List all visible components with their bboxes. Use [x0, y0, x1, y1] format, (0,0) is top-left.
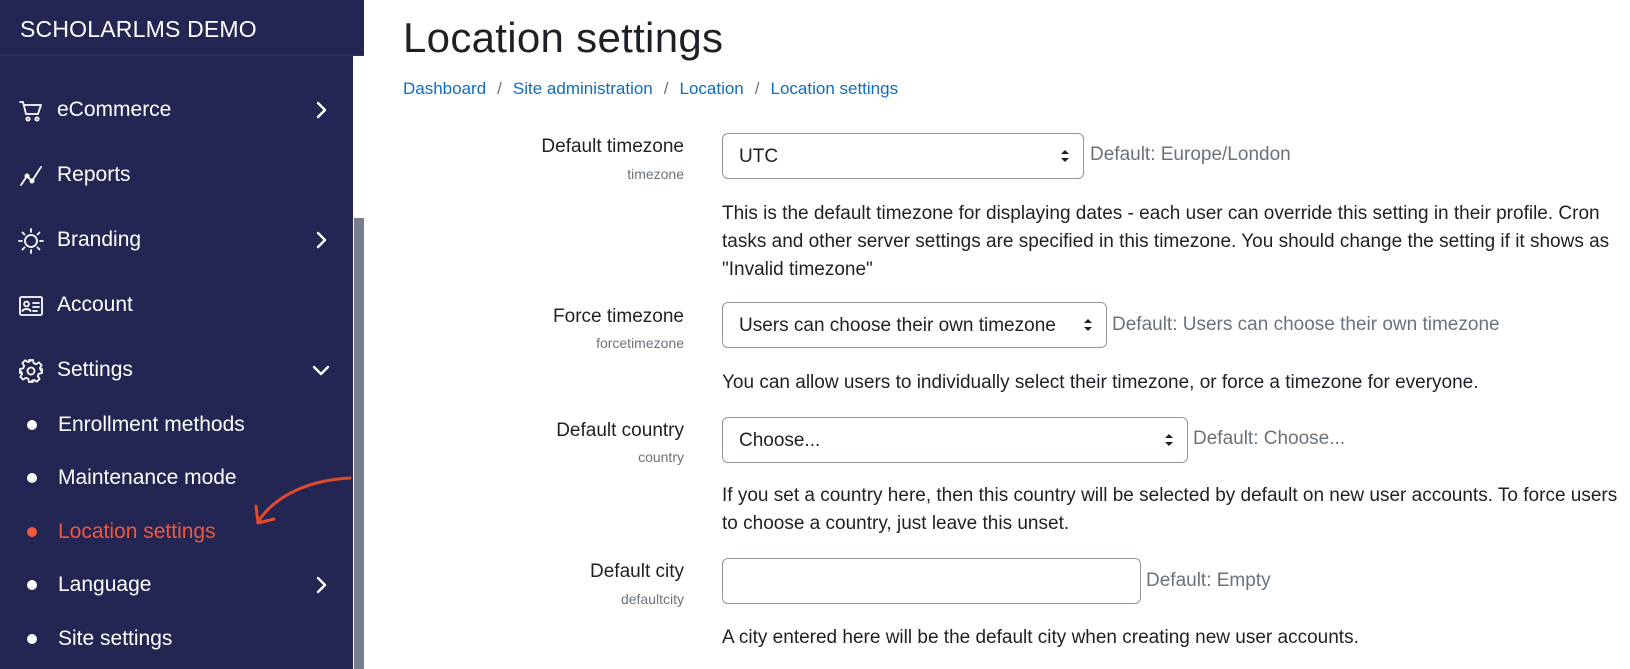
chevron-down-icon[interactable]	[311, 360, 331, 380]
bullet-icon	[27, 527, 37, 537]
sidebar-subitem-label: Location settings	[58, 520, 216, 543]
sidebar-item-branding[interactable]: Branding	[0, 216, 350, 264]
chevron-right-icon[interactable]	[311, 230, 331, 250]
breadcrumb-separator: /	[663, 79, 669, 98]
select-caret-icon	[1061, 150, 1069, 162]
sidebar-item-ecommerce[interactable]: eCommerce	[0, 86, 350, 134]
forcetimezone-default: Default: Users can choose their own time…	[1112, 314, 1500, 335]
sidebar-subitem-label: Site settings	[58, 627, 173, 650]
page-title: Location settings	[403, 14, 724, 61]
breadcrumb-separator: /	[754, 79, 760, 98]
chevron-right-icon[interactable]	[311, 575, 331, 595]
main-content: Location settings Dashboard / Site admin…	[364, 0, 1630, 669]
sidebar-subitem-label: Language	[58, 573, 152, 596]
select-caret-icon	[1084, 319, 1092, 331]
sidebar-item-label: Branding	[57, 228, 142, 251]
sidebar-subitem-label: Enrollment methods	[58, 413, 245, 436]
sidebar-subitem-enrollment-methods[interactable]: Enrollment methods	[0, 405, 350, 445]
cart-icon	[19, 101, 42, 122]
bullet-icon	[27, 580, 37, 590]
bullet-icon	[27, 420, 37, 430]
sidebar-item-account[interactable]: Account	[0, 281, 350, 329]
forcetimezone-setting-name: forcetimezone	[596, 335, 684, 351]
breadcrumb-location[interactable]: Location	[679, 79, 743, 99]
defaultcity-label: Default city	[590, 561, 684, 582]
sidebar-scrollbar-thumb[interactable]	[354, 218, 364, 669]
sun-icon	[18, 228, 44, 254]
chart-line-icon	[20, 166, 42, 186]
country-default: Default: Choose...	[1193, 428, 1346, 449]
country-description: If you set a country here, then this cou…	[722, 485, 1618, 534]
forcetimezone-select[interactable]: Users can choose their own timezone	[722, 302, 1107, 348]
sidebar-item-label: Account	[57, 293, 133, 316]
defaultcity-setting-name: defaultcity	[620, 591, 684, 607]
select-caret-icon	[1165, 434, 1173, 446]
timezone-label: Default timezone	[541, 136, 684, 157]
forcetimezone-label: Force timezone	[553, 306, 684, 327]
forcetimezone-description: You can allow users to individually sele…	[722, 372, 1479, 393]
defaultcity-input[interactable]	[722, 558, 1141, 604]
sidebar-item-settings[interactable]: Settings	[0, 346, 350, 394]
breadcrumb: Dashboard / Site administration / Locati…	[403, 79, 898, 99]
sidebar-item-label: Settings	[57, 358, 133, 381]
timezone-selected-value: UTC	[739, 146, 779, 167]
sidebar-subitem-label: Maintenance mode	[58, 466, 237, 489]
breadcrumb-dashboard[interactable]: Dashboard	[403, 79, 486, 99]
bullet-icon	[27, 473, 37, 483]
forcetimezone-selected-value: Users can choose their own timezone	[739, 315, 1056, 336]
defaultcity-description: A city entered here will be the default …	[722, 627, 1359, 648]
bullet-icon	[27, 634, 37, 644]
id-card-icon	[19, 296, 43, 316]
country-label: Default country	[556, 420, 684, 441]
country-selected-value: Choose...	[739, 430, 821, 451]
site-brand[interactable]: SCHOLARLMS DEMO	[0, 0, 364, 56]
country-setting-name: country	[638, 449, 684, 465]
sidebar-item-reports[interactable]: Reports	[0, 151, 350, 199]
breadcrumb-location-settings[interactable]: Location settings	[771, 79, 899, 99]
breadcrumb-separator: /	[497, 79, 502, 98]
sidebar-subitem-language[interactable]: Language	[0, 565, 350, 605]
gear-icon	[19, 359, 43, 383]
defaultcity-default: Default: Empty	[1146, 570, 1271, 591]
sidebar-item-label: eCommerce	[57, 98, 172, 121]
breadcrumb-site-administration[interactable]: Site administration	[513, 79, 653, 99]
sidebar-item-label: Reports	[57, 163, 131, 186]
country-select[interactable]: Choose...	[722, 417, 1188, 463]
timezone-default: Default: Europe/London	[1090, 144, 1291, 165]
annotation-arrow-icon	[254, 476, 352, 525]
timezone-setting-name: timezone	[627, 166, 684, 182]
timezone-description: This is the default timezone for display…	[722, 203, 1610, 280]
timezone-select[interactable]: UTC	[722, 133, 1084, 179]
sidebar-subitem-site-settings[interactable]: Site settings	[0, 619, 350, 659]
sidebar: SCHOLARLMS DEMO eCommerce Reports Brandi…	[0, 0, 364, 669]
chevron-right-icon[interactable]	[311, 100, 331, 120]
